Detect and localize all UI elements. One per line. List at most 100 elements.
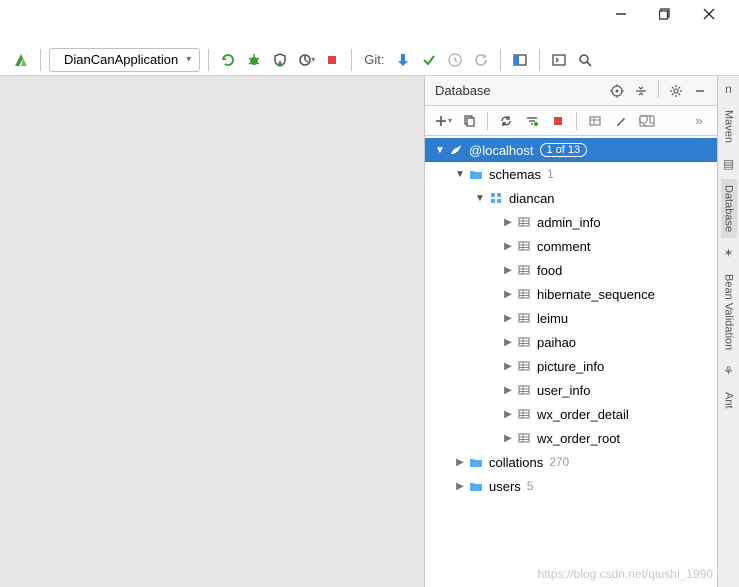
tree-collations-count: 270	[549, 455, 569, 469]
side-tab-ant[interactable]: Ant	[721, 386, 737, 415]
collapse-arrow-icon: ▶	[501, 217, 515, 228]
maven-icon: n	[725, 82, 732, 96]
db-refresh-button[interactable]	[494, 110, 518, 132]
tree-table-row[interactable]: ▶picture_info	[425, 354, 717, 378]
tree-table-label: user_info	[537, 383, 590, 398]
tree-table-label: comment	[537, 239, 590, 254]
side-tab-database[interactable]: Database	[721, 179, 737, 238]
toolbar-separator	[208, 49, 209, 71]
main-toolbar: DianCanApplication ▾ ▾ Git:	[0, 44, 739, 76]
window-close-button[interactable]	[701, 6, 717, 22]
profile-button[interactable]: ▾	[295, 49, 317, 71]
collapse-arrow-icon: ▶	[501, 361, 515, 372]
tree-datasource-root[interactable]: ▼ @localhost 1 of 13	[425, 138, 717, 162]
tree-table-row[interactable]: ▶comment	[425, 234, 717, 258]
folder-icon	[467, 455, 485, 469]
side-tool-tabs: n Maven ▤ Database ✶ Bean Validation ⚘ A…	[717, 76, 739, 587]
toolbar-separator	[576, 112, 577, 130]
tree-users-count: 5	[527, 479, 534, 493]
run-anything-button[interactable]	[548, 49, 570, 71]
db-target-button[interactable]	[606, 80, 628, 102]
tree-table-row[interactable]: ▶user_info	[425, 378, 717, 402]
folder-icon	[467, 167, 485, 181]
tree-table-label: admin_info	[537, 215, 601, 230]
collapse-arrow-icon: ▶	[501, 265, 515, 276]
toolbar-separator	[351, 49, 352, 71]
collapse-arrow-icon: ▶	[453, 481, 467, 492]
db-collapse-button[interactable]	[630, 80, 652, 102]
mysql-datasource-icon	[447, 143, 465, 157]
tree-table-label: food	[537, 263, 562, 278]
tree-table-row[interactable]: ▶ food	[425, 258, 717, 282]
svg-text:QL: QL	[639, 115, 655, 127]
git-commit-button[interactable]	[418, 49, 440, 71]
expand-arrow-icon: ▼	[453, 169, 467, 180]
git-rollback-button[interactable]	[470, 49, 492, 71]
db-more-button[interactable]: »	[687, 110, 711, 132]
search-everywhere-button[interactable]	[574, 49, 596, 71]
git-label: Git:	[360, 52, 388, 67]
db-console-button[interactable]: QL	[635, 110, 659, 132]
db-table-view-button[interactable]	[583, 110, 607, 132]
database-icon: ▤	[723, 157, 734, 171]
collapse-arrow-icon: ▶	[501, 409, 515, 420]
database-tree: ▼ @localhost 1 of 13 ▼ schemas 1 ▼ dianc…	[425, 136, 717, 587]
table-icon	[515, 239, 533, 253]
coverage-button[interactable]	[269, 49, 291, 71]
db-hide-button[interactable]	[689, 80, 711, 102]
tree-table-row[interactable]: ▶ leimu	[425, 306, 717, 330]
tree-users-label: users	[489, 479, 521, 494]
run-config-selector[interactable]: DianCanApplication ▾	[49, 48, 200, 72]
project-structure-button[interactable]	[509, 49, 531, 71]
tree-table-label: wx_order_detail	[537, 407, 629, 422]
window-maximize-button[interactable]	[657, 6, 673, 22]
tree-schemas-label: schemas	[489, 167, 541, 182]
toolbar-separator	[500, 49, 501, 71]
schema-icon	[487, 191, 505, 205]
tree-table-row[interactable]: ▶ wx_order_detail	[425, 402, 717, 426]
rerun-button[interactable]	[217, 49, 239, 71]
collapse-arrow-icon: ▶	[501, 337, 515, 348]
db-settings-button[interactable]	[665, 80, 687, 102]
side-tab-bean-validation[interactable]: Bean Validation	[721, 268, 737, 356]
db-add-button[interactable]: ▾	[431, 110, 455, 132]
table-icon	[515, 263, 533, 277]
git-update-button[interactable]	[392, 49, 414, 71]
collapse-arrow-icon: ▶	[501, 313, 515, 324]
stop-button[interactable]	[321, 49, 343, 71]
table-icon	[515, 311, 533, 325]
db-duplicate-button[interactable]	[457, 110, 481, 132]
run-config-label: DianCanApplication	[64, 52, 178, 67]
tree-users-node[interactable]: ▶ users 5	[425, 474, 717, 498]
editor-area	[0, 76, 425, 587]
table-icon	[515, 383, 533, 397]
tree-table-label: leimu	[537, 311, 568, 326]
db-stop-button[interactable]	[546, 110, 570, 132]
debug-button[interactable]	[243, 49, 265, 71]
db-edit-button[interactable]	[609, 110, 633, 132]
toolbar-separator	[539, 49, 540, 71]
table-icon	[515, 431, 533, 445]
tree-database-diancan[interactable]: ▼ diancan	[425, 186, 717, 210]
expand-arrow-icon: ▼	[433, 145, 447, 156]
tree-table-row[interactable]: ▶ paihao	[425, 330, 717, 354]
collapse-arrow-icon: ▶	[453, 457, 467, 468]
collapse-arrow-icon: ▶	[501, 433, 515, 444]
collapse-arrow-icon: ▶	[501, 289, 515, 300]
tree-table-label: paihao	[537, 335, 576, 350]
side-tab-maven[interactable]: Maven	[721, 104, 737, 149]
git-history-button[interactable]	[444, 49, 466, 71]
toolbar-separator	[487, 112, 488, 130]
tree-table-row[interactable]: ▶wx_order_root	[425, 426, 717, 450]
build-button[interactable]	[10, 49, 32, 71]
chevron-down-icon: ▾	[186, 54, 191, 65]
table-icon	[515, 359, 533, 373]
window-minimize-button[interactable]	[613, 6, 629, 22]
tree-table-row[interactable]: ▶ admin_info	[425, 210, 717, 234]
tree-table-row[interactable]: ▶ hibernate_sequence	[425, 282, 717, 306]
db-filter-button[interactable]	[520, 110, 544, 132]
table-icon	[515, 287, 533, 301]
tree-table-label: hibernate_sequence	[537, 287, 655, 302]
tree-schemas-node[interactable]: ▼ schemas 1	[425, 162, 717, 186]
tree-collations-node[interactable]: ▶ collations 270	[425, 450, 717, 474]
